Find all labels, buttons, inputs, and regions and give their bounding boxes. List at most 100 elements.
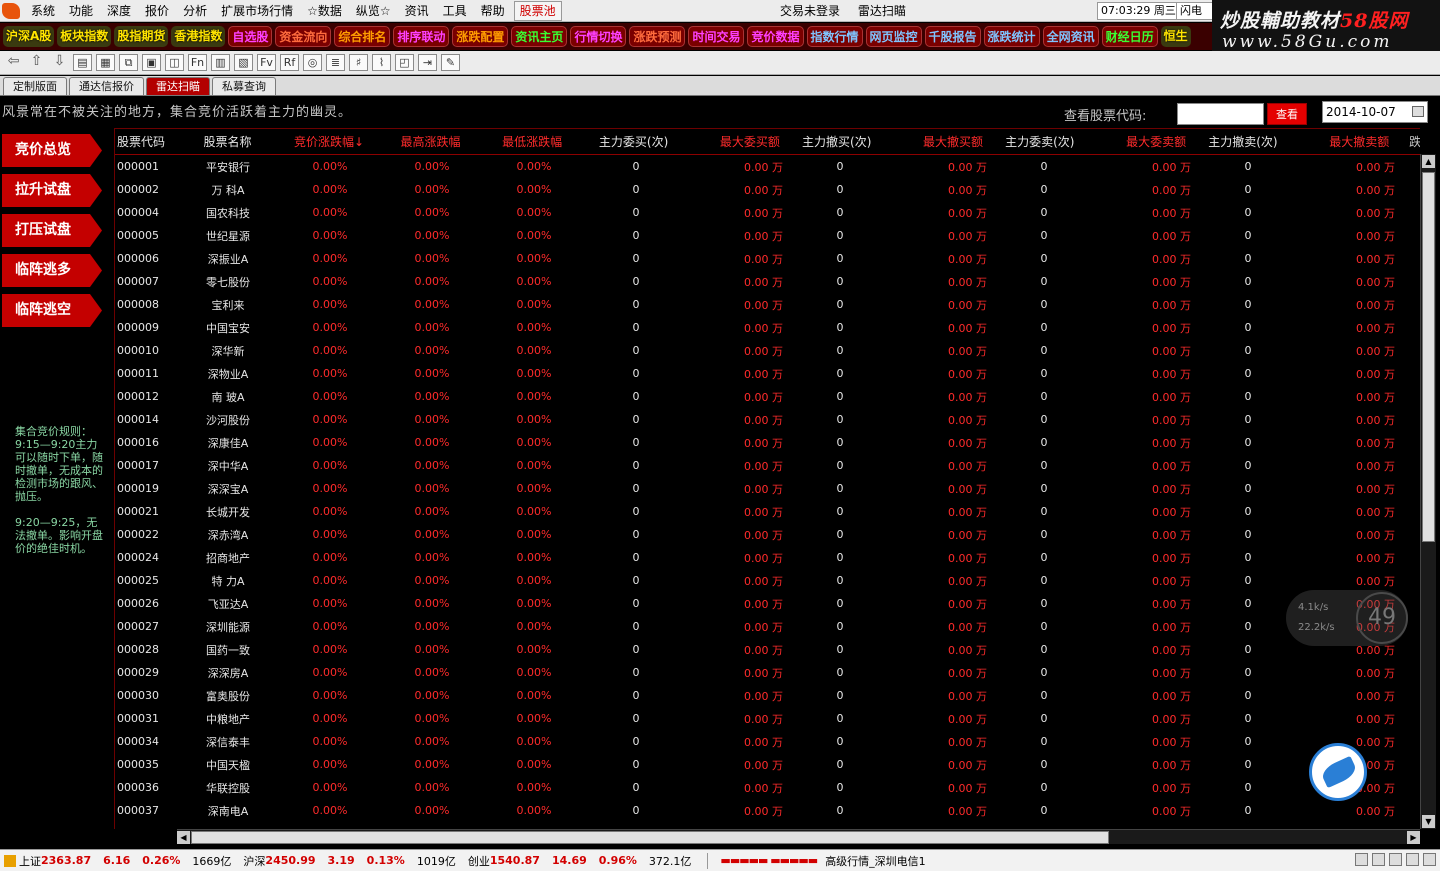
column-header[interactable]: 股票名称 bbox=[177, 133, 279, 150]
toolbar-tool-icon[interactable]: ◫ bbox=[165, 54, 184, 71]
bird-assistant-icon[interactable] bbox=[1309, 743, 1367, 801]
column-header[interactable]: 最低涨跌幅 bbox=[481, 133, 583, 150]
sidebar-button[interactable]: 拉升试盘 bbox=[2, 174, 102, 207]
sz-value[interactable]: 2450.99 bbox=[265, 854, 315, 867]
quick-button[interactable]: 恒生 bbox=[1160, 26, 1191, 47]
menu-item[interactable]: 工具 bbox=[436, 0, 474, 22]
table-row[interactable]: 000002 万 科A 0.00% 0.00% 0.00% 0 0.00 万 0 0.00 万 0… bbox=[115, 178, 1420, 201]
table-row[interactable]: 000007 零七股份 0.00% 0.00% 0.00% 0 0.00 万 0 0.00 万 0… bbox=[115, 270, 1420, 293]
toolbar-tool-icon[interactable]: Rf bbox=[280, 54, 299, 71]
table-row[interactable]: 000030 富奥股份 0.00% 0.00% 0.00% 0 0.00 万 0 0.00 万 0… bbox=[115, 684, 1420, 707]
toolbar-tool-icon[interactable]: ⌇ bbox=[372, 54, 391, 71]
table-row[interactable]: 000027 深圳能源 0.00% 0.00% 0.00% 0 0.00 万 0 0.00 万 0… bbox=[115, 615, 1420, 638]
radar-label[interactable]: 雷达扫瞄 bbox=[858, 4, 906, 18]
table-row[interactable]: 000008 宝利来 0.00% 0.00% 0.00% 0 0.00 万 0 0.00 万 0 0… bbox=[115, 293, 1420, 316]
toolbar-tool-icon[interactable]: Fv bbox=[257, 54, 276, 71]
menu-item[interactable]: 资讯 bbox=[398, 0, 436, 22]
toolbar-tool-icon[interactable]: ▣ bbox=[142, 54, 161, 71]
quick-button[interactable]: 网页监控 bbox=[865, 26, 922, 47]
column-header[interactable]: 竞价涨跌幅↓ bbox=[278, 133, 380, 150]
menu-item[interactable]: 扩展市场行情 bbox=[214, 0, 300, 22]
table-row[interactable]: 000019 深深宝A 0.00% 0.00% 0.00% 0 0.00 万 0 0.00 万 0… bbox=[115, 477, 1420, 500]
toolbar-tool-icon[interactable]: ≣ bbox=[326, 54, 345, 71]
column-header[interactable]: 主力委买(次) bbox=[583, 133, 685, 150]
menu-item[interactable]: 功能 bbox=[62, 0, 100, 22]
mail-icon[interactable] bbox=[1372, 853, 1385, 866]
table-row[interactable]: 000014 沙河股份 0.00% 0.00% 0.00% 0 0.00 万 0 0.00 万 0… bbox=[115, 408, 1420, 431]
quick-button[interactable]: 竞价数据 bbox=[747, 26, 804, 47]
toolbar-tool-icon[interactable]: ✎ bbox=[441, 54, 460, 71]
menu-item[interactable]: ☆数据 bbox=[300, 0, 349, 22]
column-header[interactable]: 最大撤卖额 bbox=[1294, 133, 1396, 150]
menu-stock-pool[interactable]: 股票池 bbox=[513, 0, 562, 21]
tab-item[interactable]: 定制版面 bbox=[3, 77, 67, 95]
table-row[interactable]: 000011 深物业A 0.00% 0.00% 0.00% 0 0.00 万 0 0.00 万 0… bbox=[115, 362, 1420, 385]
column-header[interactable]: 主力撤买(次) bbox=[786, 133, 888, 150]
column-header[interactable]: 股票代码 bbox=[115, 133, 177, 150]
toolbar-tool-icon[interactable]: ♯ bbox=[349, 54, 368, 71]
table-row[interactable]: 000017 深中华A 0.00% 0.00% 0.00% 0 0.00 万 0 0.00 万 0… bbox=[115, 454, 1420, 477]
menu-item[interactable]: 深度 bbox=[100, 0, 138, 22]
menu-item[interactable]: 帮助 bbox=[474, 0, 512, 22]
quick-button[interactable]: 全网资讯 bbox=[1042, 26, 1099, 47]
tab-item[interactable]: 私募查询 bbox=[212, 77, 276, 95]
settings-icon[interactable] bbox=[1423, 853, 1436, 866]
toolbar-tool-icon[interactable]: ◎ bbox=[303, 54, 322, 71]
table-row[interactable]: 000004 国农科技 0.00% 0.00% 0.00% 0 0.00 万 0 0.00 万 0… bbox=[115, 201, 1420, 224]
quick-button[interactable]: 综合排名 bbox=[334, 26, 391, 47]
menu-item[interactable]: 纵览☆ bbox=[349, 0, 398, 22]
quick-button[interactable]: 涨跌配置 bbox=[452, 26, 509, 47]
column-header[interactable]: 最大委买额 bbox=[684, 133, 786, 150]
stock-code-input[interactable] bbox=[1177, 103, 1264, 125]
toolbar-tool-icon[interactable]: ▦ bbox=[96, 54, 115, 71]
server-name[interactable]: 高级行情_深圳电信1 bbox=[825, 853, 926, 869]
quick-button[interactable]: 排序联动 bbox=[393, 26, 450, 47]
table-row[interactable]: 000021 长城开发 0.00% 0.00% 0.00% 0 0.00 万 0 0.00 万 0… bbox=[115, 500, 1420, 523]
speed-gauge-widget[interactable]: 4.1k/s 22.2k/s 49 bbox=[1286, 590, 1408, 646]
menu-item[interactable]: 分析 bbox=[176, 0, 214, 22]
horizontal-scrollbar[interactable]: ◀ ▶ bbox=[177, 829, 1420, 844]
toolbar-tool-icon[interactable]: ⇧ bbox=[27, 54, 46, 71]
calendar-icon[interactable] bbox=[1412, 106, 1424, 117]
sh-value[interactable]: 2363.87 bbox=[41, 854, 91, 867]
quick-button[interactable]: 资金流向 bbox=[275, 26, 332, 47]
column-header[interactable]: 最大委卖额 bbox=[1091, 133, 1193, 150]
column-header[interactable]: 主力撤卖(次) bbox=[1192, 133, 1294, 150]
table-row[interactable]: 000034 深信泰丰 0.00% 0.00% 0.00% 0 0.00 万 0 0.00 万 0… bbox=[115, 730, 1420, 753]
trade-status[interactable]: 交易未登录 bbox=[780, 4, 840, 18]
toolbar-tool-icon[interactable]: ⧉ bbox=[119, 54, 138, 71]
sidebar-button[interactable]: 临阵逃空 bbox=[2, 294, 102, 327]
toolbar-tool-icon[interactable]: ◰ bbox=[395, 54, 414, 71]
table-row[interactable]: 000026 飞亚达A 0.00% 0.00% 0.00% 0 0.00 万 0 0.00 万 0… bbox=[115, 592, 1420, 615]
quick-button[interactable]: 千股报告 bbox=[924, 26, 981, 47]
table-row[interactable]: 000022 深赤湾A 0.00% 0.00% 0.00% 0 0.00 万 0 0.00 万 0… bbox=[115, 523, 1420, 546]
table-row[interactable]: 000010 深华新 0.00% 0.00% 0.00% 0 0.00 万 0 0.00 万 0 0… bbox=[115, 339, 1420, 362]
scroll-down-icon[interactable]: ▼ bbox=[1422, 815, 1435, 828]
column-header[interactable]: 主力委卖(次) bbox=[989, 133, 1091, 150]
quick-button[interactable]: 时间交易 bbox=[688, 26, 745, 47]
vertical-scroll-thumb[interactable] bbox=[1422, 172, 1435, 542]
table-row[interactable]: 000006 深振业A 0.00% 0.00% 0.00% 0 0.00 万 0 0.00 万 0… bbox=[115, 247, 1420, 270]
message-icon[interactable] bbox=[1355, 853, 1368, 866]
tab-item[interactable]: 通达信报价 bbox=[69, 77, 144, 95]
quick-button[interactable]: 指数行情 bbox=[806, 26, 863, 47]
sidebar-button[interactable]: 打压试盘 bbox=[2, 214, 102, 247]
column-header[interactable]: 跌 bbox=[1395, 133, 1420, 150]
toolbar-tool-icon[interactable]: ▤ bbox=[73, 54, 92, 71]
table-row[interactable]: 000035 中国天楹 0.00% 0.00% 0.00% 0 0.00 万 0 0.00 万 0… bbox=[115, 753, 1420, 776]
toolbar-tool-icon[interactable]: ⇩ bbox=[50, 54, 69, 71]
quick-button[interactable]: 沪深A股 bbox=[3, 26, 55, 47]
menu-item[interactable]: 系统 bbox=[24, 0, 62, 22]
column-header[interactable]: 最高涨跌幅 bbox=[380, 133, 482, 150]
toolbar-tool-icon[interactable]: Fn bbox=[188, 54, 207, 71]
sidebar-button[interactable]: 竞价总览 bbox=[2, 134, 102, 167]
column-header[interactable]: 最大撤买额 bbox=[887, 133, 989, 150]
quick-button[interactable]: 涨跌预测 bbox=[629, 26, 686, 47]
table-row[interactable]: 000016 深康佳A 0.00% 0.00% 0.00% 0 0.00 万 0 0.00 万 0… bbox=[115, 431, 1420, 454]
quick-button[interactable]: 香港指数 bbox=[171, 26, 226, 47]
table-row[interactable]: 000031 中粮地产 0.00% 0.00% 0.00% 0 0.00 万 0 0.00 万 0… bbox=[115, 707, 1420, 730]
table-row[interactable]: 000012 南 玻A 0.00% 0.00% 0.00% 0 0.00 万 0 0.00 万 0… bbox=[115, 385, 1420, 408]
lookup-button[interactable]: 查看 bbox=[1267, 103, 1307, 125]
sidebar-button[interactable]: 临阵逃多 bbox=[2, 254, 102, 287]
horizontal-scroll-thumb[interactable] bbox=[191, 831, 1109, 844]
